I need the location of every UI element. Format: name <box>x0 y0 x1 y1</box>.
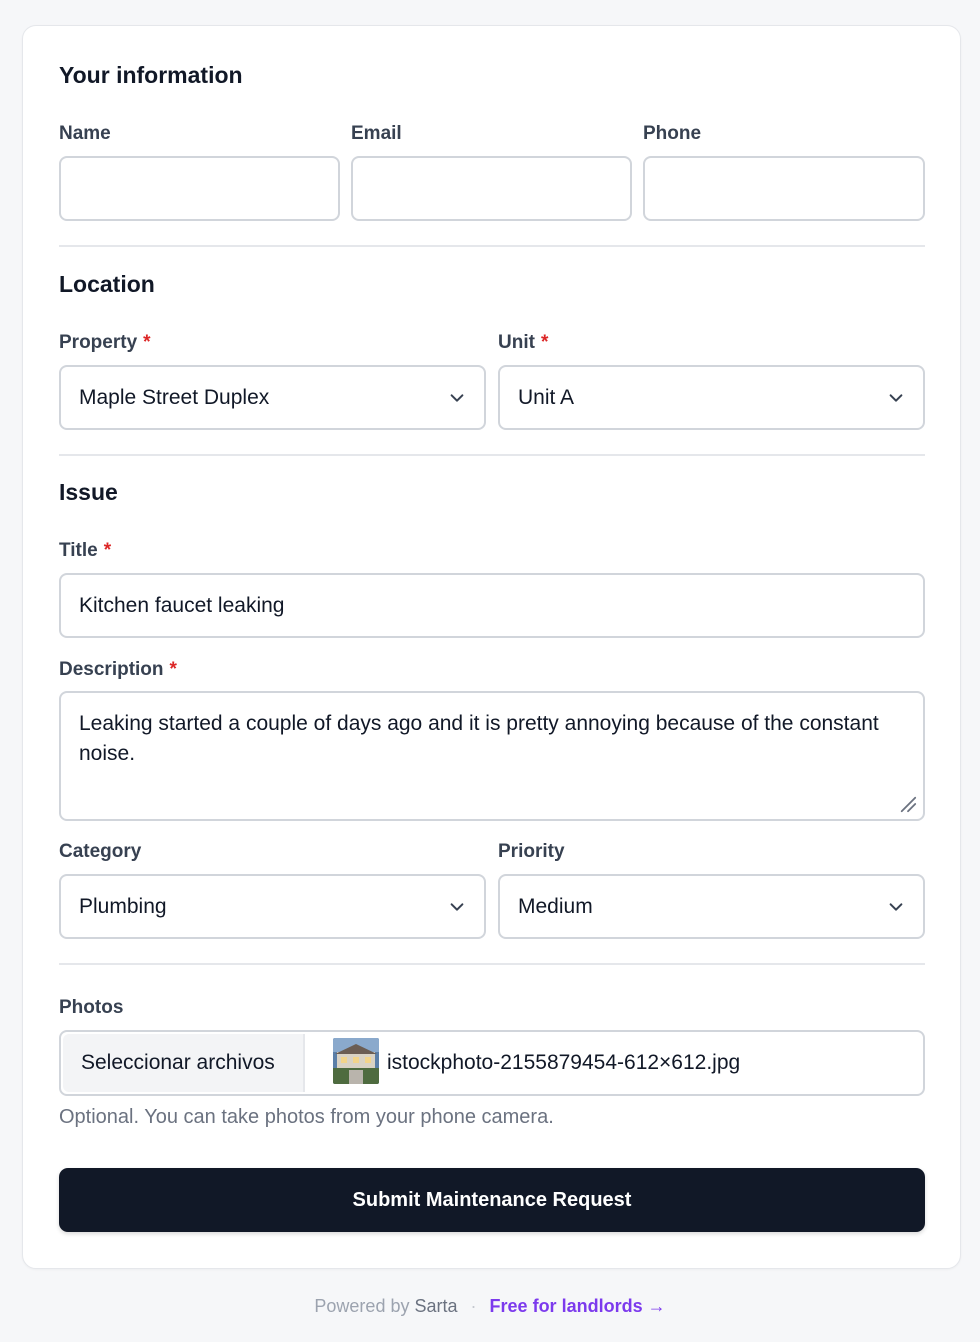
category-select[interactable]: Plumbing <box>59 874 486 939</box>
category-label: Category <box>59 841 142 862</box>
photos-label: Photos <box>59 997 124 1018</box>
description-label: Description * <box>59 659 177 681</box>
chevron-down-icon <box>450 393 464 402</box>
description-label-text: Description <box>59 659 164 680</box>
resize-handle-icon[interactable] <box>899 795 917 813</box>
chevron-down-icon <box>889 902 903 911</box>
email-input[interactable] <box>351 156 632 221</box>
unit-select-value: Unit A <box>518 385 575 409</box>
title-label: Title * <box>59 540 111 562</box>
divider <box>59 454 925 456</box>
choose-files-button[interactable]: Seleccionar archivos <box>63 1034 305 1092</box>
chevron-down-icon <box>450 902 464 911</box>
name-label: Name <box>59 123 111 144</box>
name-input[interactable] <box>59 156 340 221</box>
section-title-your-information: Your information <box>59 62 243 88</box>
priority-select-value: Medium <box>518 894 593 918</box>
chevron-down-icon <box>889 393 903 402</box>
priority-select[interactable]: Medium <box>498 874 925 939</box>
property-label: Property * <box>59 332 151 354</box>
unit-label: Unit * <box>498 332 548 354</box>
photos-help-text: Optional. You can take photos from your … <box>59 1106 554 1128</box>
photos-file-input[interactable]: Seleccionar archivos istockphoto-2155879… <box>59 1030 925 1096</box>
photo-thumbnail <box>333 1038 379 1084</box>
required-marker: * <box>540 332 549 353</box>
divider <box>59 963 925 965</box>
property-select[interactable]: Maple Street Duplex <box>59 365 486 430</box>
category-select-value: Plumbing <box>79 894 167 918</box>
required-marker: * <box>103 540 112 561</box>
title-label-text: Title <box>59 540 98 561</box>
property-select-value: Maple Street Duplex <box>79 385 270 409</box>
brand-name: Sarta <box>414 1296 458 1316</box>
divider <box>59 245 925 247</box>
footer: Powered by Sarta · Free for landlords → <box>0 1296 980 1317</box>
maintenance-request-card: Your information Name Email Phone Locati… <box>22 25 961 1269</box>
title-input[interactable]: Kitchen faucet leaking <box>59 573 925 638</box>
email-label: Email <box>351 123 402 144</box>
powered-by-text: Powered by <box>314 1296 410 1316</box>
property-label-text: Property <box>59 332 138 353</box>
selected-filename: istockphoto-2155879454-612×612.jpg <box>387 1051 741 1074</box>
phone-input[interactable] <box>643 156 925 221</box>
section-title-location: Location <box>59 271 155 297</box>
free-for-landlords-link[interactable]: Free for landlords → <box>490 1296 666 1316</box>
phone-label: Phone <box>643 123 702 144</box>
section-title-issue: Issue <box>59 479 118 505</box>
footer-separator: · <box>470 1296 477 1316</box>
unit-label-text: Unit <box>498 332 535 353</box>
required-marker: * <box>169 659 177 680</box>
description-textarea[interactable]: Leaking started a couple of days ago and… <box>59 691 925 821</box>
description-text: Leaking started a couple of days ago and… <box>79 712 879 765</box>
unit-select[interactable]: Unit A <box>498 365 925 430</box>
required-marker: * <box>143 332 151 353</box>
submit-maintenance-request-button[interactable]: Submit Maintenance Request <box>59 1168 925 1232</box>
priority-label: Priority <box>498 841 565 862</box>
